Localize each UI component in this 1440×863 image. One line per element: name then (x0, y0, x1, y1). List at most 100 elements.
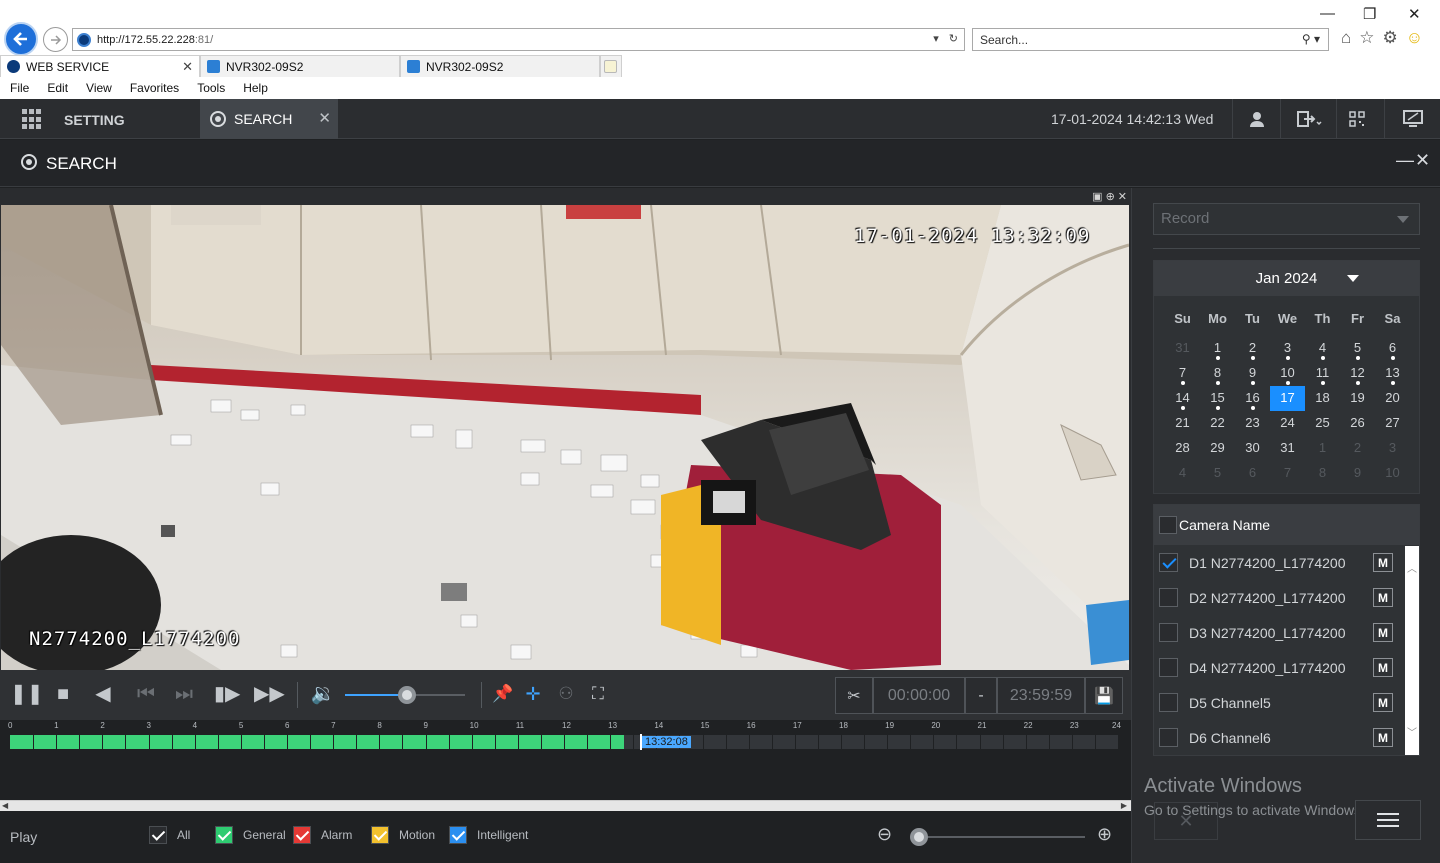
menu-favorites[interactable]: Favorites (120, 79, 187, 99)
clip-start-input[interactable]: 00:00:00 (873, 677, 965, 714)
calendar-day[interactable]: 13 (1375, 361, 1410, 386)
gear-icon[interactable]: ⚙ (1383, 28, 1398, 48)
calendar-day[interactable]: 20 (1375, 386, 1410, 411)
save-clip-button[interactable]: 💾 (1085, 677, 1123, 714)
calendar-day[interactable]: 5 (1340, 336, 1375, 361)
tab-nvr-1[interactable]: NVR302-09S2 (200, 55, 400, 77)
calendar-day[interactable]: 2 (1235, 336, 1270, 361)
filter-intelligent[interactable]: Intelligent (449, 826, 528, 844)
calendar-day[interactable]: 31 (1270, 436, 1305, 461)
camera-list-scrollbar[interactable]: ︿ ﹀ (1405, 546, 1419, 755)
camera-row[interactable]: D2 N2774200_L1774200 M (1154, 580, 1419, 615)
forward-button[interactable] (43, 27, 68, 52)
camera-stream-button[interactable]: M (1373, 728, 1393, 747)
fast-forward-icon[interactable]: ▶▶ (254, 682, 285, 706)
filter-alarm[interactable]: Alarm (293, 826, 352, 844)
minimize-icon[interactable]: — (1320, 5, 1335, 22)
next-frame-icon[interactable]: ⏭ (171, 682, 197, 706)
filter-alarm-checkbox[interactable] (293, 826, 311, 844)
zoom-out-icon[interactable]: ⊖ (877, 824, 892, 845)
smiley-icon[interactable]: ☺ (1406, 28, 1423, 48)
close-panel-icon[interactable]: ✕ (1415, 150, 1430, 171)
camera-checkbox[interactable] (1159, 553, 1178, 572)
address-bar[interactable]: http://172.55.22.228:81/ ▾ ↻ (72, 28, 965, 51)
filter-all[interactable]: All (149, 826, 190, 844)
apps-grid-icon[interactable] (22, 109, 43, 130)
calendar-day[interactable]: 24 (1270, 411, 1305, 436)
scroll-right-icon[interactable]: ▶ (1121, 801, 1127, 810)
clip-button[interactable]: ✂ (835, 677, 873, 714)
search-icon[interactable]: ⚲ ▾ (1302, 32, 1320, 46)
record-type-select[interactable]: Record (1153, 203, 1420, 235)
filter-motion-checkbox[interactable] (371, 826, 389, 844)
timeline-zoom-knob[interactable] (910, 828, 928, 846)
browser-search-input[interactable]: Search... ⚲ ▾ (972, 28, 1329, 51)
close-window-icon[interactable]: ✕ (1408, 5, 1421, 23)
calendar-day[interactable]: 21 (1165, 411, 1200, 436)
menu-view[interactable]: View (76, 79, 120, 99)
digital-zoom-icon[interactable]: ✛ (520, 682, 546, 706)
timeline-zoom-slider[interactable] (919, 836, 1085, 838)
calendar-day[interactable]: 1 (1200, 336, 1235, 361)
pin-icon[interactable]: 📌 (490, 682, 516, 706)
search-tab[interactable]: SEARCH ✕ (200, 99, 338, 139)
volume-slider[interactable] (345, 686, 465, 704)
calendar-day[interactable]: 10 (1270, 361, 1305, 386)
snapshot-icon[interactable]: ▣ (1092, 190, 1102, 203)
dropdown-icon[interactable]: ▾ (933, 32, 939, 45)
reverse-play-icon[interactable]: ◀ (90, 682, 116, 706)
close-video-icon[interactable]: ✕ (1118, 190, 1127, 203)
camera-checkbox[interactable] (1159, 658, 1178, 677)
logout-button[interactable] (1280, 99, 1336, 139)
calendar-day[interactable]: 7 (1165, 361, 1200, 386)
tab-nvr-2[interactable]: NVR302-09S2 (400, 55, 600, 77)
calendar-day[interactable]: 23 (1235, 411, 1270, 436)
close-tab-icon[interactable]: ✕ (318, 109, 331, 127)
camera-stream-button[interactable]: M (1373, 553, 1393, 572)
calendar-day[interactable]: 22 (1200, 411, 1235, 436)
calendar-day[interactable]: 25 (1305, 411, 1340, 436)
prev-frame-icon[interactable]: ⏮ (133, 682, 159, 706)
calendar-day[interactable]: 11 (1305, 361, 1340, 386)
calendar-day[interactable]: 30 (1235, 436, 1270, 461)
camera-row[interactable]: D3 N2774200_L1774200 M (1154, 615, 1419, 650)
menu-edit[interactable]: Edit (37, 79, 76, 99)
zoom-in-icon[interactable]: ⊕ (1097, 824, 1112, 845)
menu-help[interactable]: Help (233, 79, 276, 99)
zoom-video-icon[interactable]: ⊕ (1106, 190, 1115, 203)
timeline[interactable]: 0 1 2 3 4 5 6 7 8 9 10 11 12 13 14 15 16 17 18 19 20 21 22 23 24… (0, 720, 1131, 800)
tab-close-icon[interactable]: ✕ (182, 59, 193, 75)
clip-end-input[interactable]: 23:59:59 (997, 677, 1085, 714)
new-tab-button[interactable] (600, 55, 622, 77)
calendar-day[interactable]: 8 (1200, 361, 1235, 386)
calendar-day[interactable]: 14 (1165, 386, 1200, 411)
calendar-day[interactable]: 28 (1165, 436, 1200, 461)
qr-code-button[interactable] (1336, 99, 1376, 139)
setting-tab[interactable]: SETTING (64, 112, 125, 128)
live-view-button[interactable] (1384, 99, 1440, 139)
target-person-icon[interactable]: ⚇ (553, 682, 579, 706)
timeline-scrollbar[interactable]: ◀ ▶ (0, 800, 1131, 811)
volume-icon[interactable]: 🔉 (310, 682, 336, 706)
camera-stream-button[interactable]: M (1373, 623, 1393, 642)
camera-checkbox[interactable] (1159, 623, 1178, 642)
camera-row[interactable]: D4 N2774200_L1774200 M (1154, 650, 1419, 685)
calendar-day[interactable]: 26 (1340, 411, 1375, 436)
camera-checkbox[interactable] (1159, 728, 1178, 747)
volume-knob[interactable] (398, 686, 417, 704)
filter-general-checkbox[interactable] (215, 826, 233, 844)
pause-icon[interactable]: ❚❚ (10, 682, 44, 706)
refresh-icon[interactable]: ↻ (949, 32, 958, 45)
camera-row[interactable]: D6 Channel6 M (1154, 720, 1419, 755)
calendar-day[interactable]: 15 (1200, 386, 1235, 411)
home-icon[interactable]: ⌂ (1341, 28, 1351, 48)
menu-tools[interactable]: Tools (187, 79, 233, 99)
filter-intelligent-checkbox[interactable] (449, 826, 467, 844)
camera-stream-button[interactable]: M (1373, 658, 1393, 677)
list-view-button[interactable] (1355, 800, 1421, 840)
calendar-day-selected[interactable]: 17 (1270, 386, 1305, 411)
scroll-down-icon[interactable]: ﹀ (1407, 724, 1417, 739)
stop-icon[interactable]: ■ (50, 682, 76, 706)
camera-row[interactable]: D5 Channel5 M (1154, 685, 1419, 720)
filter-general[interactable]: General (215, 826, 286, 844)
